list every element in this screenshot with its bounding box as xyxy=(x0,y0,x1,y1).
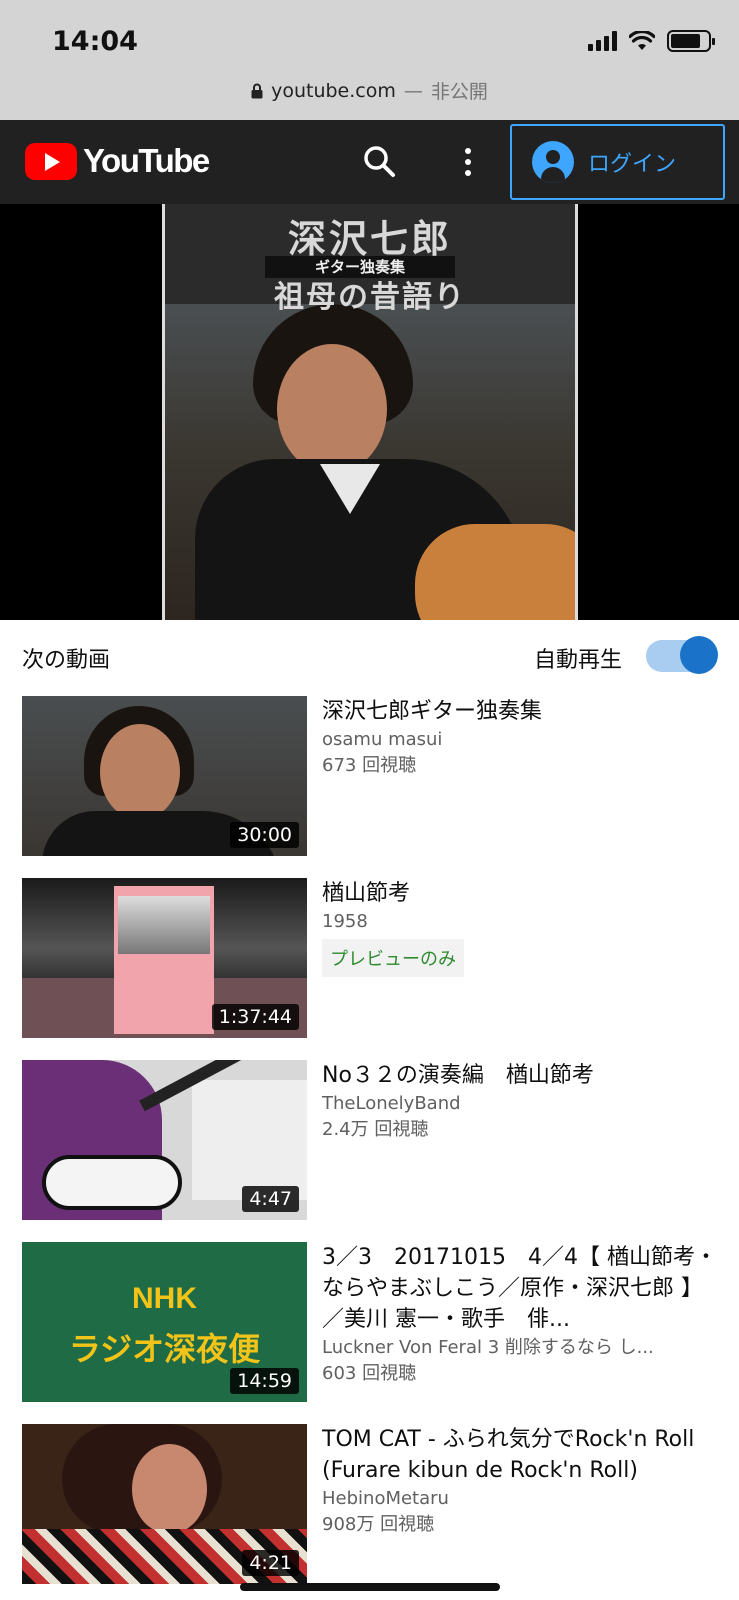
status-time: 14:04 xyxy=(52,26,138,57)
video-thumbnail[interactable]: 4:21 xyxy=(22,1424,307,1584)
list-item[interactable]: 4:47 No３２の演奏編 楢山節考 TheLonelyBand 2.4万 回視… xyxy=(0,1060,739,1220)
autoplay-toggle[interactable] xyxy=(646,636,718,674)
url-privacy-label: 非公開 xyxy=(430,81,488,103)
video-channel: TheLonelyBand xyxy=(322,1093,461,1114)
duration-badge: 4:21 xyxy=(242,1550,299,1576)
video-channel: Luckner Von Feral 3 削除するなら し... xyxy=(322,1337,654,1358)
list-item[interactable]: 4:21 TOM CAT - ふられ気分でRock'n Roll (Furare… xyxy=(0,1424,739,1584)
video-channel: osamu masui xyxy=(322,729,443,750)
duration-badge: 4:47 xyxy=(242,1186,299,1212)
list-item[interactable]: NHK ラジオ深夜便 14:59 3／3 20171015 4／4【 楢山節考・… xyxy=(0,1242,739,1402)
video-thumbnail[interactable]: NHK ラジオ深夜便 14:59 xyxy=(22,1242,307,1402)
search-icon xyxy=(364,146,395,177)
video-views: 603 回視聴 xyxy=(322,1363,417,1384)
wifi-icon xyxy=(629,31,655,50)
video-thumbnail[interactable]: 1:37:44 xyxy=(22,878,307,1038)
youtube-wordmark: YouTube xyxy=(83,142,210,179)
video-title[interactable]: No３２の演奏編 楢山節考 xyxy=(322,1060,722,1091)
video-title[interactable]: 3／3 20171015 4／4【 楢山節考・ならやまぶしこう／原作・深沢七郎 … xyxy=(322,1242,722,1335)
cover-title: 深沢七郎 xyxy=(287,216,452,261)
video-title[interactable]: 深沢七郎ギター独奏集 xyxy=(322,696,722,727)
account-icon xyxy=(532,141,574,183)
list-item[interactable]: 30:00 深沢七郎ギター独奏集 osamu masui 673 回視聴 xyxy=(0,696,739,856)
preview-only-badge: プレビューのみ xyxy=(322,939,464,977)
video-title[interactable]: 楢山節考 xyxy=(322,878,722,909)
home-indicator[interactable] xyxy=(240,1583,500,1591)
cover-subtitle: 祖母の昔語り xyxy=(274,280,466,315)
status-icons xyxy=(588,30,715,52)
more-options-icon[interactable] xyxy=(448,142,488,182)
cellular-signal-icon xyxy=(588,31,617,51)
search-button[interactable] xyxy=(360,142,400,182)
status-bar: 14:04 xyxy=(0,0,739,74)
video-thumbnail[interactable]: 4:47 xyxy=(22,1060,307,1220)
url-domain: youtube.com xyxy=(271,79,396,102)
autoplay-label: 自動再生 xyxy=(534,648,623,673)
thumbnail-text-nhk: NHK xyxy=(132,1282,197,1315)
video-channel: HebinoMetaru xyxy=(322,1488,449,1509)
video-views: 673 回視聴 xyxy=(322,755,417,776)
video-title[interactable]: TOM CAT - ふられ気分でRock'n Roll (Furare kibu… xyxy=(322,1424,722,1486)
lock-icon xyxy=(251,83,263,98)
duration-badge: 30:00 xyxy=(230,822,299,848)
list-item[interactable]: 1:37:44 楢山節考 1958 プレビューのみ xyxy=(0,878,739,1038)
login-button[interactable]: ログイン xyxy=(510,124,725,200)
video-thumbnail[interactable]: 30:00 xyxy=(22,696,307,856)
up-next-header: 次の動画 自動再生 xyxy=(0,620,739,690)
youtube-play-icon xyxy=(25,142,77,180)
battery-icon xyxy=(667,30,715,52)
duration-badge: 14:59 xyxy=(230,1368,299,1394)
url-separator: — xyxy=(403,79,423,102)
video-player[interactable]: 深沢七郎 ギター独奏集 祖母の昔語り xyxy=(0,204,739,620)
youtube-logo[interactable]: YouTube xyxy=(25,142,210,180)
thumbnail-text-radio: ラジオ深夜便 xyxy=(68,1330,261,1368)
address-bar[interactable]: youtube.com — 非公開 xyxy=(0,74,739,120)
video-views: 2.4万 回視聴 xyxy=(322,1119,429,1140)
video-channel: 1958 xyxy=(322,911,368,932)
video-frame-album-cover: 深沢七郎 ギター独奏集 祖母の昔語り xyxy=(162,204,578,620)
up-next-label: 次の動画 xyxy=(22,648,111,673)
login-label: ログイン xyxy=(588,152,677,177)
duration-badge: 1:37:44 xyxy=(211,1004,299,1030)
video-views: 908万 回視聴 xyxy=(322,1514,435,1535)
